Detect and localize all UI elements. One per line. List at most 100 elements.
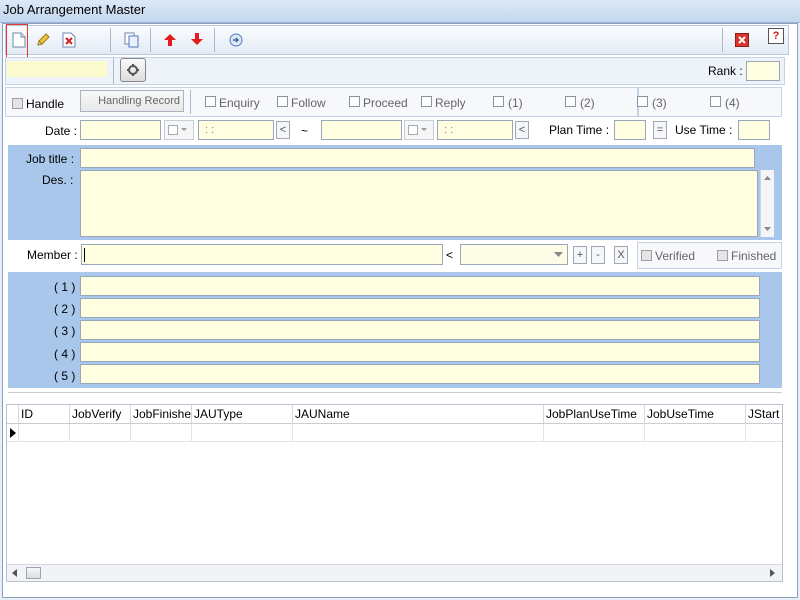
move-up-button[interactable] — [158, 28, 182, 52]
reply-checkbox[interactable] — [421, 96, 432, 107]
cell-jobplanusetime[interactable] — [544, 424, 645, 442]
description-label: Des. : — [42, 173, 74, 187]
cell-jobusetime[interactable] — [645, 424, 746, 442]
member-remove-button[interactable]: - — [591, 246, 605, 264]
status-separator — [190, 90, 191, 114]
description-scrollbar[interactable] — [760, 170, 774, 237]
use-time-field[interactable] — [738, 120, 770, 140]
col-header-jstart[interactable]: JStart — [746, 405, 782, 423]
edit-pencil-icon — [37, 33, 50, 46]
job-title-field[interactable] — [80, 148, 755, 168]
edit-button[interactable] — [31, 28, 55, 52]
col-header-id[interactable]: ID — [19, 405, 70, 423]
delete-doc-icon — [62, 32, 76, 48]
move-down-icon — [191, 33, 203, 45]
toolbar-separator — [113, 58, 114, 84]
follow-checkbox[interactable] — [277, 96, 288, 107]
job-title-label: Job title : — [26, 152, 75, 166]
rank-field[interactable] — [746, 61, 780, 81]
gear-icon — [127, 64, 139, 76]
current-row-arrow-icon — [10, 428, 16, 438]
start-time-field[interactable]: : : — [198, 120, 274, 140]
scroll-down-icon — [764, 227, 771, 231]
end-time-lt-button[interactable]: < — [515, 121, 529, 139]
check-2-label: (2) — [580, 96, 595, 110]
col-header-jauname[interactable]: JAUName — [293, 405, 544, 423]
member-add-button[interactable]: + — [573, 246, 587, 264]
numbered-field-3[interactable] — [80, 320, 760, 340]
check-2-checkbox[interactable] — [565, 96, 576, 107]
numbered-field-2[interactable] — [80, 298, 760, 318]
handling-record-button[interactable]: Handling Record — [80, 90, 184, 112]
move-down-button[interactable] — [185, 27, 209, 51]
equals-button[interactable]: = — [653, 121, 667, 139]
copy-button[interactable] — [120, 28, 144, 52]
member-field[interactable] — [81, 244, 443, 265]
cell-jauname[interactable] — [293, 424, 544, 442]
toolbar-separator — [722, 28, 723, 52]
calendar-icon — [408, 125, 427, 135]
close-button[interactable] — [730, 28, 754, 52]
numbered-field-4[interactable] — [80, 342, 760, 362]
numbered-field-5[interactable] — [80, 364, 760, 384]
start-date-field[interactable] — [80, 120, 161, 140]
toolbar-separator — [214, 28, 215, 52]
cell-jstart[interactable] — [746, 424, 782, 442]
start-time-lt-button[interactable]: < — [276, 121, 290, 139]
col-header-jobusetime[interactable]: JobUseTime — [645, 405, 746, 423]
use-time-label: Use Time : — [675, 123, 733, 137]
window-title: Job Arrangement Master — [3, 2, 146, 17]
numbered-label-3: ( 3 ) — [54, 324, 76, 338]
cell-jautype[interactable] — [192, 424, 293, 442]
check-3-label: (3) — [652, 96, 667, 110]
check-3-checkbox[interactable] — [637, 96, 648, 107]
col-header-jautype[interactable]: JAUType — [192, 405, 293, 423]
copy-icon — [124, 32, 139, 48]
scrollbar-thumb[interactable] — [26, 567, 41, 579]
member-select[interactable] — [460, 244, 568, 265]
end-time-field[interactable]: : : — [437, 120, 513, 140]
cell-id[interactable] — [19, 424, 70, 442]
col-header-jobfinished[interactable]: JobFinished — [131, 405, 192, 423]
new-button[interactable] — [7, 28, 31, 52]
cell-jobverify[interactable] — [70, 424, 131, 442]
refresh-button[interactable] — [224, 28, 248, 52]
date-label: Date : — [45, 124, 78, 138]
end-date-field[interactable] — [321, 120, 402, 140]
chevron-down-icon — [554, 252, 563, 257]
proceed-label: Proceed — [363, 96, 408, 110]
grid-horizontal-scrollbar[interactable] — [7, 564, 782, 581]
handle-checkbox[interactable] — [12, 98, 23, 109]
enquiry-checkbox[interactable] — [205, 96, 216, 107]
title-bar: Job Arrangement Master — [0, 0, 800, 23]
verified-checkbox[interactable] — [641, 250, 652, 261]
member-lt-label: < — [446, 248, 454, 262]
description-field[interactable] — [80, 170, 758, 237]
check-4-checkbox[interactable] — [710, 96, 721, 107]
numbered-label-1: ( 1 ) — [54, 280, 76, 294]
refresh-icon — [229, 33, 243, 47]
close-icon — [735, 33, 749, 47]
col-header-jobplanusetime[interactable]: JobPlanUseTime — [544, 405, 645, 423]
lookup-button[interactable] — [120, 58, 146, 82]
end-date-picker[interactable] — [404, 120, 434, 140]
numbered-label-4: ( 4 ) — [54, 347, 76, 361]
proceed-checkbox[interactable] — [349, 96, 360, 107]
enquiry-label: Enquiry — [219, 96, 260, 110]
follow-label: Follow — [291, 96, 326, 110]
scroll-up-icon — [764, 176, 771, 180]
member-clear-button[interactable]: X — [614, 246, 628, 264]
check-1-checkbox[interactable] — [493, 96, 504, 107]
toolbar-separator — [150, 28, 151, 52]
code-field[interactable] — [7, 61, 107, 77]
start-date-picker[interactable] — [164, 120, 194, 140]
cell-jobfinished[interactable] — [131, 424, 192, 442]
finished-checkbox[interactable] — [717, 250, 728, 261]
numbered-field-1[interactable] — [80, 276, 760, 296]
help-button[interactable]: ? — [768, 28, 784, 44]
delete-button[interactable] — [57, 28, 81, 52]
col-header-jobverify[interactable]: JobVerify — [70, 405, 131, 423]
scroll-right-icon — [770, 569, 775, 577]
table-row[interactable] — [7, 424, 782, 442]
plan-time-field[interactable] — [614, 120, 646, 140]
